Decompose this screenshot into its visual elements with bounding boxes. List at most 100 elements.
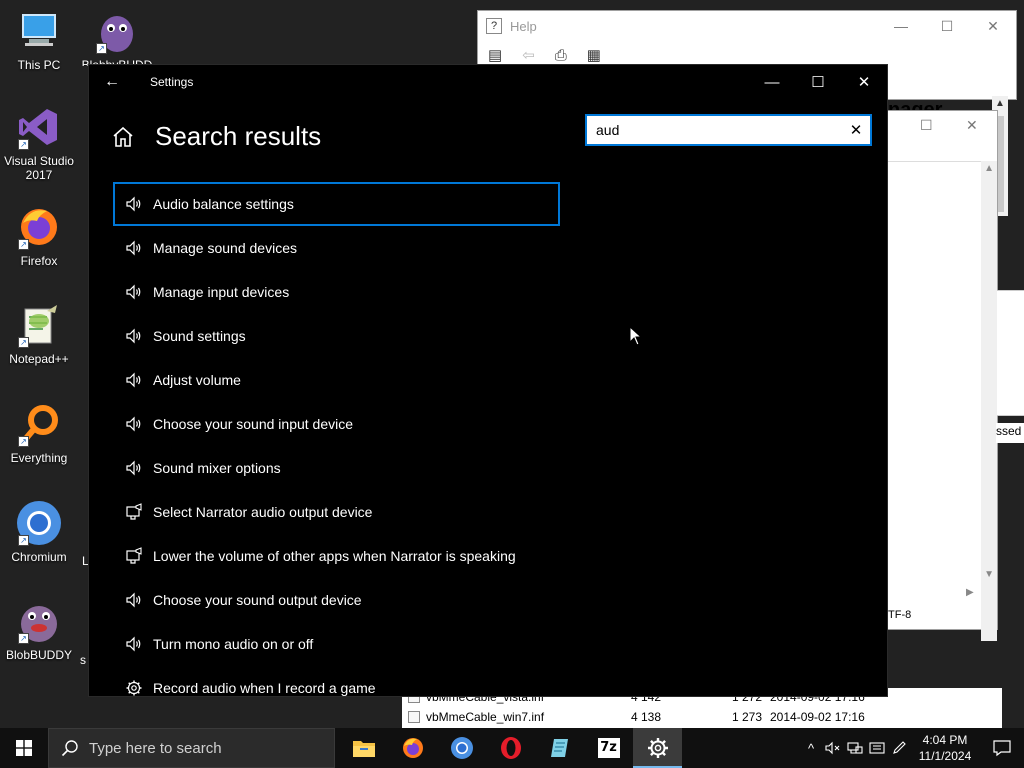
settings-icon [647, 738, 668, 758]
network-icon[interactable] [844, 728, 866, 768]
minimize-button[interactable]: — [878, 11, 924, 41]
taskbar-app-opera[interactable] [486, 728, 535, 768]
chromium-icon [450, 737, 473, 759]
search-result-item[interactable]: Sound mixer options [113, 446, 560, 490]
search-result-item[interactable]: Sound settings [113, 314, 560, 358]
pen-workspace-icon[interactable] [888, 728, 910, 768]
desktop-icon-firefox[interactable]: ↗ Firefox [0, 204, 78, 268]
taskbar-app-notepad[interactable] [535, 728, 584, 768]
desktop-icon-chromium[interactable]: ↗ Chromium [0, 500, 78, 564]
file-row[interactable]: vbMmeCable_win7.inf 4 138 1 273 2014-09-… [402, 708, 1002, 726]
speaker-icon [126, 328, 141, 344]
search-result-item[interactable]: Choose your sound input device [113, 402, 560, 446]
clock-time: 4:04 PM [922, 733, 968, 747]
firefox-icon [402, 738, 423, 758]
search-result-item[interactable]: Manage input devices [113, 270, 560, 314]
clear-search-icon[interactable]: ✕ [848, 122, 864, 139]
taskbar-clock[interactable]: 4:04 PM 11/1/2024 [910, 732, 980, 764]
print-tool-icon[interactable]: ⎙ [555, 47, 567, 64]
desktop-icon-visual-studio[interactable]: ↗ Visual Studio 2017 [0, 104, 78, 182]
shortcut-arrow-icon: ↗ [18, 239, 29, 250]
gear-icon [126, 680, 142, 696]
search-result-label: Sound mixer options [153, 460, 281, 476]
show-hidden-icons-chevron-up-icon[interactable]: ^ [800, 728, 822, 768]
contents-tool-icon[interactable]: ▤ [488, 46, 502, 64]
desktop-icon-everything[interactable]: ↗ Everything [0, 401, 78, 465]
search-result-item[interactable]: Turn mono audio on or off [113, 622, 560, 666]
status-text: ssed [996, 423, 1024, 443]
taskbar-app-file-explorer[interactable] [339, 728, 388, 768]
vertical-scrollbar[interactable]: ▲ ▼ [981, 161, 997, 641]
help-app-icon: ? [486, 18, 502, 34]
scroll-right-icon[interactable]: ▶ [966, 587, 994, 598]
back-button[interactable]: ← [89, 65, 135, 99]
speaker-icon [126, 592, 141, 608]
settings-title-bar[interactable]: ← Settings — ☐ ✕ [89, 65, 887, 99]
search-result-item[interactable]: Manage sound devices [113, 226, 560, 270]
search-result-label: Manage sound devices [153, 240, 297, 256]
partial-icon-label: s [80, 653, 86, 667]
background-window[interactable]: ☐ ✕ ▲ ▼ ▶ TF-8 [888, 110, 998, 641]
close-button[interactable]: ✕ [970, 11, 1016, 41]
speaker-icon [126, 636, 141, 652]
shortcut-arrow-icon: ↗ [96, 43, 107, 54]
search-result-item[interactable]: Lower the volume of other apps when Narr… [113, 534, 560, 578]
opera-icon [500, 737, 521, 759]
desktop-icon-notepad-plus-plus[interactable]: ↗ Notepad++ [0, 302, 78, 366]
shortcut-arrow-icon: ↗ [18, 139, 29, 150]
speaker-icon [126, 240, 141, 256]
start-button[interactable] [0, 728, 48, 768]
search-result-label: Select Narrator audio output device [153, 504, 373, 520]
maximize-button[interactable]: ☐ [795, 65, 841, 99]
settings-window[interactable]: ← Settings — ☐ ✕ Search results ✕ Audio … [88, 64, 888, 697]
clock-date: 11/1/2024 [918, 749, 972, 763]
file-date: 2014-09-02 17:16 [770, 710, 865, 724]
background-panel [997, 290, 1024, 416]
input-indicator-icon[interactable] [866, 728, 888, 768]
close-button[interactable]: ✕ [841, 65, 887, 99]
notepad-icon [550, 739, 568, 757]
search-result-item[interactable]: Audio balance settings [113, 182, 560, 226]
scroll-up-icon[interactable]: ▲ [984, 163, 994, 174]
shortcut-arrow-icon: ↗ [18, 633, 29, 644]
file-icon [408, 711, 420, 723]
notifications-icon [993, 740, 1011, 757]
volume-muted-icon[interactable] [822, 728, 844, 768]
taskbar: Type here to search 7z ^ 4:04 PM 11/1/20… [0, 728, 1024, 768]
settings-search-input[interactable] [587, 116, 827, 144]
taskbar-app-chromium[interactable] [437, 728, 486, 768]
search-result-label: Audio balance settings [153, 196, 294, 212]
taskbar-search-placeholder: Type here to search [89, 739, 222, 757]
7zip-icon: 7z [597, 738, 620, 758]
minimize-button[interactable]: — [749, 65, 795, 99]
settings-search-box[interactable]: ✕ [585, 114, 872, 146]
search-result-item[interactable]: Choose your sound output device [113, 578, 560, 622]
search-result-item[interactable]: Select Narrator audio output device [113, 490, 560, 534]
maximize-button[interactable]: ☐ [920, 117, 933, 134]
desktop-icon-blobbuddy[interactable]: ↗ BlobBUDDY [0, 598, 78, 662]
maximize-button[interactable]: ☐ [924, 11, 970, 41]
page-title: Search results [155, 121, 322, 151]
desktop-icon-blobbybudd[interactable]: ↗ BlobbyBUDD [78, 8, 156, 66]
taskbar-app-settings[interactable] [633, 728, 682, 768]
back-arrow-icon: ← [104, 73, 120, 90]
search-result-item[interactable]: Adjust volume [113, 358, 560, 402]
action-center-button[interactable] [980, 728, 1024, 768]
home-icon[interactable] [111, 125, 135, 149]
taskbar-app-7zip[interactable]: 7z [584, 728, 633, 768]
search-result-label: Sound settings [153, 328, 246, 344]
search-result-item[interactable]: Record audio when I record a game [113, 666, 560, 696]
desktop-icon-this-pc[interactable]: This PC [0, 8, 78, 72]
search-icon [61, 740, 78, 757]
options-tool-icon[interactable]: ▦ [587, 46, 601, 64]
scroll-up-icon[interactable]: ▲ [995, 98, 1005, 109]
back-tool-icon[interactable]: ⇦ [522, 46, 535, 64]
taskbar-search-box[interactable]: Type here to search [48, 728, 335, 768]
speaker-icon [126, 372, 141, 388]
scroll-down-icon[interactable]: ▼ [984, 569, 994, 580]
taskbar-app-firefox[interactable] [388, 728, 437, 768]
help-window-title: Help [510, 18, 537, 34]
close-button[interactable]: ✕ [966, 117, 978, 134]
search-result-label: Turn mono audio on or off [153, 636, 314, 652]
file-size: 4 138 [631, 710, 662, 724]
